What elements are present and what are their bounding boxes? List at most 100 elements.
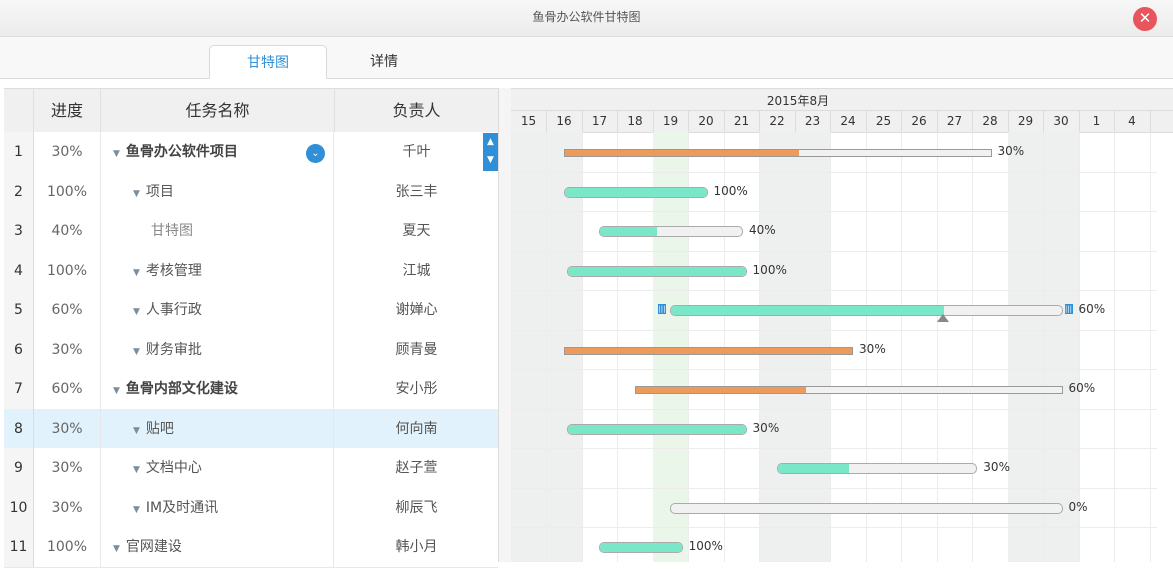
tab-bar: 甘特图 详情 xyxy=(0,37,1173,79)
task-name-cell[interactable]: ▼ 官网建设 xyxy=(101,527,334,567)
expand-toggle-icon[interactable]: ▼ xyxy=(113,149,120,159)
progress-cell[interactable]: 100% xyxy=(34,171,101,212)
task-name-cell[interactable]: ▼ 文档中心 xyxy=(101,448,334,488)
owner-cell[interactable]: 柳辰飞 xyxy=(335,488,498,528)
progress-cell[interactable]: 30% xyxy=(34,329,101,370)
owner-cell[interactable]: 顾青曼 xyxy=(335,330,498,370)
table-row[interactable]: 7 60% ▼ 鱼骨内部文化建设 安小彤 xyxy=(4,369,498,410)
expand-toggle-icon[interactable]: ▼ xyxy=(133,347,140,357)
summary-bar[interactable] xyxy=(563,346,854,355)
dropdown-chevron-icon[interactable]: ⌄ xyxy=(306,144,325,163)
task-grid: 进度 任务名称 负责人 1 30% ▼ 鱼骨办公软件项目 ⌄ 千叶 ▲ ▼ 2 100% ▼ 项目 张三… xyxy=(4,88,498,568)
task-name-cell[interactable]: ▼ 财务审批 xyxy=(101,329,334,370)
row-divider xyxy=(511,290,1157,291)
resize-end-handle-icon[interactable]: ||| xyxy=(1064,304,1073,314)
row-divider xyxy=(511,527,1157,528)
task-name-text: 人事行政 xyxy=(145,302,202,318)
table-row[interactable]: 6 30% ▼ 财务审批 顾青曼 xyxy=(4,329,498,371)
owner-cell[interactable]: 赵子萱 xyxy=(335,448,498,488)
row-divider xyxy=(511,369,1157,370)
table-row[interactable]: 2 100% ▼ 项目 张三丰 xyxy=(4,171,498,213)
spinner-down-icon[interactable]: ▼ xyxy=(483,151,498,169)
progress-cell[interactable]: 60% xyxy=(34,290,101,330)
table-row[interactable]: 10 30% ▼ IM及时通讯 柳辰飞 xyxy=(4,487,498,529)
progress-label: 0% xyxy=(1068,499,1088,514)
resize-start-handle-icon[interactable]: ||| xyxy=(658,304,666,314)
task-name-cell[interactable]: ▼ IM及时通讯 xyxy=(101,487,334,528)
progress-cell[interactable]: 30% xyxy=(34,408,101,449)
task-name-cell[interactable]: ▼ 考核管理 xyxy=(101,250,334,291)
task-bar[interactable] xyxy=(599,226,743,237)
row-divider xyxy=(511,408,1157,410)
task-name-header[interactable]: 任务名称 xyxy=(101,89,335,132)
owner-cell[interactable]: 谢婵心 xyxy=(335,290,498,330)
progress-cell[interactable]: 100% xyxy=(34,250,101,291)
owner-spinner[interactable]: ▲ ▼ xyxy=(483,133,498,171)
task-bar[interactable] xyxy=(670,502,1063,514)
task-name-cell[interactable]: 甘特图 xyxy=(101,211,334,251)
task-bar[interactable] xyxy=(670,305,1063,316)
expand-toggle-icon[interactable]: ▼ xyxy=(133,505,140,515)
window-title: 鱼骨办公软件甘特图 xyxy=(532,10,641,24)
task-bar[interactable] xyxy=(599,542,683,553)
progress-fill xyxy=(600,227,657,236)
row-divider xyxy=(511,448,1157,449)
owner-cell[interactable]: 夏天 xyxy=(335,211,498,251)
expand-toggle-icon[interactable]: ▼ xyxy=(133,465,140,475)
task-bar[interactable] xyxy=(567,423,747,435)
day-label: 21 xyxy=(724,111,760,132)
tab-gantt[interactable]: 甘特图 xyxy=(209,45,327,79)
close-button[interactable]: ✕ xyxy=(1133,7,1157,31)
table-row[interactable]: 3 40% 甘特图 夏天 xyxy=(4,211,498,252)
expand-toggle-icon[interactable]: ▼ xyxy=(133,426,140,436)
title-bar: 鱼骨办公软件甘特图 ✕ xyxy=(0,0,1173,37)
task-name-cell[interactable]: ▼ 鱼骨内部文化建设 xyxy=(101,369,334,409)
expand-toggle-icon[interactable]: ▼ xyxy=(133,307,140,317)
task-bar[interactable] xyxy=(776,463,978,474)
progress-drag-handle-icon[interactable] xyxy=(937,314,950,322)
progress-fill xyxy=(568,424,746,434)
gantt-chart: 2015年8月 15 16 17 18 19 20 21 22 23 24 25 26 27 28 29 30… xyxy=(511,88,1173,562)
expand-toggle-icon[interactable]: ▼ xyxy=(113,386,120,396)
owner-cell[interactable]: 张三丰 xyxy=(335,172,498,212)
day-column xyxy=(902,132,938,562)
task-bar[interactable] xyxy=(567,265,747,277)
owner-cell[interactable]: 何向南 xyxy=(335,409,498,449)
owner-cell[interactable]: 韩小月 xyxy=(335,527,498,567)
progress-cell[interactable]: 30% xyxy=(34,448,101,488)
progress-cell[interactable]: 30% xyxy=(34,487,101,528)
row-number: 7 xyxy=(4,369,34,409)
owner-cell[interactable]: 安小彤 xyxy=(335,369,498,409)
splitter[interactable] xyxy=(498,88,512,562)
tab-details[interactable]: 详情 xyxy=(326,45,442,77)
progress-cell[interactable]: 40% xyxy=(34,211,101,251)
day-label: 24 xyxy=(831,111,867,132)
progress-cell[interactable]: 60% xyxy=(34,369,101,409)
progress-header[interactable]: 进度 xyxy=(34,89,101,132)
table-row[interactable]: 5 60% ▼ 人事行政 谢婵心 xyxy=(4,290,498,331)
owner-cell[interactable]: 江城 xyxy=(335,251,498,291)
progress-cell[interactable]: 100% xyxy=(34,527,101,567)
table-row[interactable]: 1 30% ▼ 鱼骨办公软件项目 ⌄ 千叶 ▲ ▼ xyxy=(4,132,498,173)
progress-cell[interactable]: 30% xyxy=(34,132,101,172)
summary-bar[interactable] xyxy=(563,149,992,157)
task-name-cell[interactable]: ▼ 人事行政 xyxy=(101,290,334,330)
summary-bar[interactable] xyxy=(634,386,1063,394)
day-column xyxy=(1043,132,1080,562)
table-row[interactable]: 4 100% ▼ 考核管理 江城 xyxy=(4,250,498,292)
task-name-cell[interactable]: ▼ 鱼骨办公软件项目 xyxy=(101,132,334,172)
table-row[interactable]: 9 30% ▼ 文档中心 赵子萱 xyxy=(4,448,498,489)
task-name-cell[interactable]: ▼ 项目 xyxy=(101,171,334,212)
expand-toggle-icon[interactable]: ▼ xyxy=(133,189,140,199)
expand-toggle-icon[interactable]: ▼ xyxy=(133,268,140,278)
owner-header[interactable]: 负责人 xyxy=(335,89,498,132)
task-name-text: 官网建设 xyxy=(125,539,182,555)
task-bar[interactable] xyxy=(563,186,708,198)
day-column xyxy=(1079,132,1115,562)
task-name-cell[interactable]: ▼ 贴吧 xyxy=(101,408,334,449)
progress-label: 100% xyxy=(713,183,748,198)
table-row[interactable]: 8 30% ▼ 贴吧 何向南 xyxy=(4,408,498,450)
owner-cell[interactable]: 千叶 xyxy=(335,132,498,172)
expand-toggle-icon[interactable]: ▼ xyxy=(113,544,120,554)
spinner-up-icon[interactable]: ▲ xyxy=(483,133,498,151)
